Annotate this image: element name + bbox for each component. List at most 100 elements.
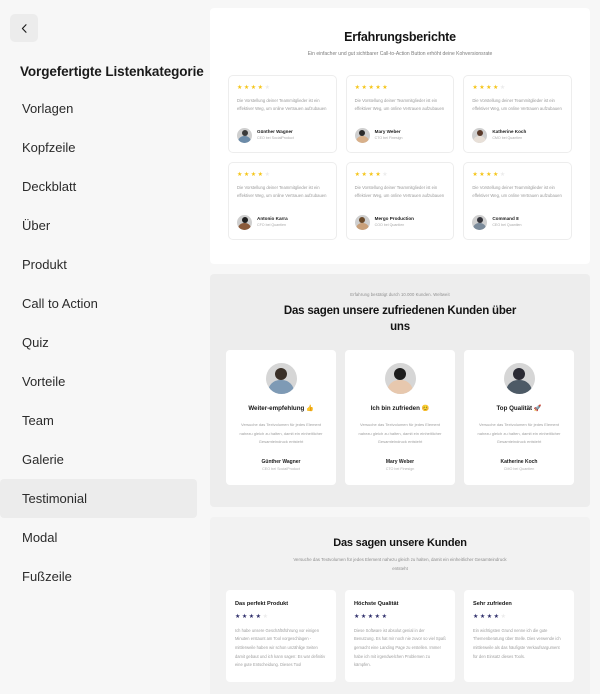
author-role: CFO bei Quantien — [257, 222, 286, 227]
testimonial-author: Günther Wagner CEO bei SocialProduct — [237, 127, 328, 143]
author-name: Katherine Koch — [500, 459, 538, 466]
avatar-head — [513, 367, 525, 380]
author-role: CEO bei SocialProduct — [262, 467, 300, 472]
section1-card-grid: ★ ★ ★ ★ ★ Die Vorstellung deiner Teammitglied… — [228, 74, 572, 240]
sidebar-item-über[interactable]: Über — [0, 206, 197, 245]
avatar-body — [506, 379, 532, 394]
testimonial-body: Die Vorstellung deiner Teammitglieder is… — [354, 97, 445, 112]
sidebar-item-team[interactable]: Team — [0, 401, 197, 440]
star-icon: ★ — [382, 171, 388, 178]
sidebar-item-quiz[interactable]: Quiz — [0, 323, 197, 362]
section-das-sagen-unsere-kunden[interactable]: Das sagen unsere Kunden Versuche das Tex… — [210, 517, 590, 694]
testimonial-card[interactable]: Top Qualität 🚀 Versuche das Textvolumen f… — [464, 349, 574, 486]
testimonial-body: Die Vorstellung deiner Teammitglieder is… — [354, 184, 445, 199]
testimonial-heading: Höchste Qualität — [354, 600, 399, 607]
testimonial-card[interactable]: ★ ★ ★ ★ ★ Die Vorstellung deiner Teammitglied… — [463, 74, 572, 153]
testimonial-body: Ein wichtigsten Grund nenne ich die gute… — [473, 627, 561, 659]
testimonial-card[interactable]: Weiter-empfehlung 👍 Versuche das Textvolu… — [226, 349, 336, 486]
star-icon: ★ — [375, 84, 381, 91]
star-icon: ★ — [472, 171, 478, 178]
testimonial-card[interactable]: Sehr zufrieden ★ ★ ★ ★ ★ Ein wichtigsten Grund… — [464, 589, 574, 682]
star-icon: ★ — [499, 171, 506, 178]
avatar — [472, 214, 488, 230]
star-icon: ★ — [237, 84, 243, 91]
testimonial-card[interactable]: ★ ★ ★ ★ ★ Die Vorstellung deiner Teammitglied… — [228, 74, 337, 153]
rating-stars: ★ ★ ★ ★ ★ — [237, 172, 328, 178]
avatar — [503, 362, 535, 394]
testimonial-author: Katherine Koch CMO bei Quantien — [472, 127, 563, 143]
sidebar-item-label: Deckblatt — [22, 179, 77, 194]
testimonial-body: Versuche das Textvolumen für jedes Eleme… — [477, 421, 561, 445]
avatar-head — [275, 367, 287, 380]
section-zufriedene-kunden[interactable]: Erfahrung bestätigt durch 10.000 Kunden.… — [210, 273, 590, 508]
testimonial-card[interactable]: ★ ★ ★ ★ ★ Die Vorstellung deiner Teammitglied… — [463, 161, 572, 240]
sidebar-item-galerie[interactable]: Galerie — [0, 440, 197, 479]
preview-canvas[interactable]: Erfahrungsberichte Ein einfacher und gut… — [205, 0, 600, 694]
sidebar-item-modal[interactable]: Modal — [0, 518, 197, 557]
sidebar-nav: Vorlagen Kopfzeile Deckblatt Über Produkt Cal… — [0, 89, 205, 596]
avatar-body — [473, 136, 487, 143]
sidebar-item-vorlagen[interactable]: Vorlagen — [0, 89, 197, 128]
author-name: Mary Weber — [374, 128, 401, 134]
author-role: CEO bei SocialProduct — [257, 135, 294, 140]
testimonial-card[interactable]: ★ ★ ★ ★ ★ Die Vorstellung deiner Teammitglied… — [228, 161, 337, 240]
star-icon: ★ — [235, 613, 241, 620]
author-role: CMO bei Quantien — [503, 467, 535, 472]
star-icon: ★ — [262, 613, 268, 620]
star-icon: ★ — [486, 171, 492, 178]
testimonial-card[interactable]: Höchste Qualität ★ ★ ★ ★ ★ Diese Software ist … — [345, 589, 455, 682]
star-icon: ★ — [354, 84, 361, 91]
star-icon: ★ — [354, 171, 361, 178]
sidebar-item-label: Quiz — [22, 335, 49, 350]
star-icon: ★ — [243, 171, 250, 178]
star-icon: ★ — [250, 171, 257, 178]
star-icon: ★ — [500, 613, 506, 620]
author-name: Mary Weber — [385, 459, 415, 466]
sidebar-item-deckblatt[interactable]: Deckblatt — [0, 167, 197, 206]
sidebar-item-label: Modal — [22, 530, 58, 545]
testimonial-card[interactable]: ★ ★ ★ ★ ★ Die Vorstellung deiner Teammitglied… — [345, 161, 455, 240]
sidebar-item-fußzeile[interactable]: Fußzeile — [0, 557, 197, 596]
sidebar-item-kopfzeile[interactable]: Kopfzeile — [0, 128, 197, 167]
app-root: Vorgefertigte Listenkategorie Vorlagen Ko… — [0, 0, 600, 694]
avatar — [237, 214, 252, 230]
star-icon: ★ — [381, 613, 387, 620]
sidebar-item-testimonial[interactable]: Testimonial — [0, 479, 197, 518]
star-icon: ★ — [375, 171, 381, 178]
sidebar-item-produkt[interactable]: Produkt — [0, 245, 197, 284]
testimonial-heading: Sehr zufrieden — [473, 600, 512, 607]
star-icon: ★ — [493, 84, 499, 91]
author-meta: Command 8 CEO bei Quantien — [492, 216, 521, 228]
star-icon: ★ — [361, 171, 367, 178]
testimonial-card[interactable]: Ich bin zufrieden 😊 Versuche das Textvolu… — [345, 349, 455, 486]
rating-stars: ★ ★ ★ ★ ★ — [354, 614, 446, 620]
star-icon: ★ — [361, 84, 367, 91]
testimonial-body: Versuche das Textvolumen für jedes Eleme… — [239, 421, 323, 445]
sidebar: Vorgefertigte Listenkategorie Vorlagen Ko… — [0, 0, 205, 694]
section2-card-grid: Weiter-empfehlung 👍 Versuche das Textvolu… — [226, 349, 574, 486]
sidebar-item-vorteile[interactable]: Vorteile — [0, 362, 197, 401]
section2-eyebrow: Erfahrung bestätigt durch 10.000 Kunden.… — [350, 291, 450, 297]
avatar — [354, 127, 370, 143]
sidebar-item-call-to-action[interactable]: Call to Action — [0, 284, 197, 323]
author-meta: Katherine Koch CMO bei Quantien — [492, 129, 526, 141]
author-meta: Antonio Karra CFO bei Quantien — [257, 216, 288, 228]
star-icon: ★ — [367, 613, 374, 620]
avatar — [265, 362, 297, 394]
testimonial-card[interactable]: Das perfekt Produkt ★ ★ ★ ★ ★ Ich habe unsere … — [226, 589, 336, 682]
star-icon: ★ — [354, 613, 360, 620]
star-icon: ★ — [473, 613, 479, 620]
star-icon: ★ — [493, 613, 500, 620]
author-role: COO bei Quantien — [374, 222, 405, 227]
star-icon: ★ — [479, 171, 485, 178]
section-erfahrungsberichte[interactable]: Erfahrungsberichte Ein einfacher und gut… — [210, 8, 590, 264]
testimonial-author: Antonio Karra CFO bei Quantien — [237, 214, 328, 230]
sidebar-item-label: Vorlagen — [22, 101, 74, 116]
testimonial-card[interactable]: ★ ★ ★ ★ ★ Die Vorstellung deiner Teammitglied… — [345, 74, 455, 153]
author-role: CEO bei Quantien — [492, 222, 522, 227]
sidebar-item-label: Team — [22, 413, 54, 428]
star-icon: ★ — [360, 613, 367, 620]
section3-card-grid: Das perfekt Produkt ★ ★ ★ ★ ★ Ich habe unsere … — [226, 589, 574, 682]
back-button[interactable] — [10, 14, 38, 42]
author-meta: Günther Wagner CEO bei SocialProduct — [257, 129, 294, 141]
